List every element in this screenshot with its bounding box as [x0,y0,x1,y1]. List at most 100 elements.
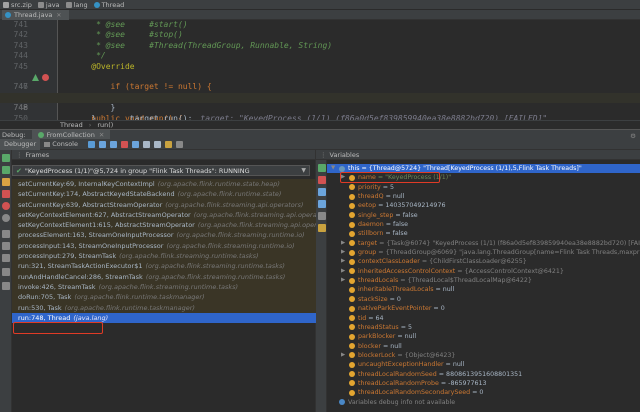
breadcrumb-class[interactable]: Thread [60,121,83,129]
nav-crumb-lang[interactable]: lang [65,1,88,9]
frame-row[interactable]: setCurrentKey:69, InternalKeyContextImpl… [12,179,316,190]
close-icon[interactable]: ✕ [99,131,104,139]
force-step-into-icon[interactable] [121,140,128,148]
collapsed-arrow-icon[interactable]: ▶ [341,257,345,266]
help-icon[interactable] [2,282,10,290]
implements-marker-icon[interactable] [32,74,39,81]
field-icon [349,343,355,350]
move-down-icon[interactable] [318,200,326,208]
variable-row[interactable]: eetop = 140357049214976 [327,201,640,210]
thread-selector-dropdown[interactable]: ✔ "KeyedProcess (1/1)"@5,724 in group "F… [12,165,310,176]
pause-icon[interactable] [2,178,10,186]
step-out-icon[interactable] [132,140,139,148]
frame-row[interactable]: processElement:163, StreamOneInputProces… [12,230,316,241]
variable-name: inheritedAccessControlContext [358,267,456,275]
tab-debugger[interactable]: Debugger [0,138,41,150]
add-watch-icon[interactable] [318,164,326,172]
collapsed-arrow-icon[interactable]: ▶ [341,239,345,248]
variable-row[interactable]: uncaughtExceptionHandler = null [327,360,640,369]
collapsed-arrow-icon[interactable]: ▶ [341,248,345,257]
run-to-cursor-icon[interactable] [154,140,161,148]
frame-row[interactable]: run:321, StreamTaskActionExecutor$1 (org.… [12,261,316,272]
variable-row[interactable]: parkBlocker = null [327,332,640,341]
camera-icon[interactable] [2,230,10,238]
code-editor[interactable]: 741 * @see #start() 742 * @see #stop() 7… [0,20,640,123]
nav-crumb-java[interactable]: java [37,1,60,9]
drop-frame-icon[interactable] [143,140,150,148]
variable-value: = 0 [387,295,401,303]
variable-row[interactable]: stackSize = 0 [327,295,640,304]
variable-row[interactable]: tid = 64 [327,314,640,323]
stop-icon[interactable] [2,190,10,198]
variable-text: blocker = null [358,342,402,351]
nav-crumb-thread[interactable]: Thread [93,1,124,9]
collapsed-arrow-icon[interactable]: ▶ [341,276,345,285]
resume-icon[interactable] [2,166,10,174]
frame-row[interactable]: setCurrentKey:639, AbstractStreamOperato… [12,199,316,210]
frame-row[interactable]: doRun:705, Task (org.apache.flink.runtime… [12,292,316,303]
settings-icon[interactable] [2,242,10,250]
frame-package: (org.apache.flink.streaming.runtime.task… [145,272,286,281]
watches-icon[interactable] [318,224,326,232]
variable-row[interactable]: daemon = false [327,220,640,229]
field-icon [349,361,355,368]
close-tab-icon[interactable]: ✕ [56,12,61,19]
variable-text: threadLocalRandomSeed = 8808613951608801… [358,370,522,379]
breadcrumb-method[interactable]: run() [97,121,113,129]
variables-info-row[interactable]: Variables debug info not available [327,398,640,407]
frame-row[interactable]: setCurrentKey:174, AbstractKeyedStateBac… [12,189,316,200]
variable-row[interactable]: ▶ inheritedAccessControlContext = {Access… [327,267,640,276]
field-icon [349,230,355,237]
variable-row[interactable]: threadLocalRandomSeed = 8808613951608801… [327,370,640,379]
copy-icon[interactable] [318,212,326,220]
variable-row[interactable]: nativeParkEventPointer = 0 [327,304,640,313]
step-into-icon[interactable] [110,140,117,148]
step-over-icon[interactable] [99,140,106,148]
variable-row[interactable]: inheritableThreadLocals = null [327,285,640,294]
variable-row[interactable]: ▶ group = {ThreadGroup@6069} "java.lang.T… [327,248,640,257]
variable-value: = {ThreadGroup@6069} "java.lang.ThreadGr… [376,249,640,257]
variable-row[interactable]: single_step = false [327,211,640,220]
mute-breakpoints-icon[interactable] [2,214,10,222]
variable-row[interactable]: priority = 5 [327,183,640,192]
layout-icon[interactable] [176,140,183,148]
variable-row[interactable]: stillborn = false [327,229,640,238]
variable-name: threadStatus [358,323,399,331]
show-execution-point-icon[interactable] [88,140,95,148]
variable-value: = false [383,221,408,229]
frame-row[interactable]: runAndHandleCancel:286, StreamTask (org.a… [12,271,316,282]
frame-row[interactable]: setKeyContextElement:627, AbstractStream… [12,209,316,221]
remove-watch-icon[interactable] [318,176,326,184]
variable-row[interactable]: blocker = null [327,342,640,351]
nav-crumb-src-zip[interactable]: src.zip [3,1,32,9]
variable-row[interactable]: threadLocalRandomProbe = -865977613 [327,379,640,388]
tab-console[interactable]: Console [40,139,82,150]
frame-row[interactable]: setKeyContextElement1:615, AbstractStrea… [12,220,316,231]
override-marker-icon[interactable] [42,74,49,81]
move-up-icon[interactable] [318,188,326,196]
frame-row[interactable]: processInput:279, StreamTask (org.apache.… [12,251,316,262]
variable-name: threadLocals [358,277,399,285]
variable-row[interactable]: ▶ contextClassLoader = {ChildFirstClassLo… [327,257,640,266]
expanded-arrow-icon[interactable]: ▼ [331,164,335,173]
view-breakpoints-icon[interactable] [2,202,10,210]
pin-icon[interactable] [2,254,10,262]
evaluate-expression-icon[interactable] [165,140,172,148]
variable-text: contextClassLoader = {ChildFirstClassLoa… [358,257,527,266]
variable-row[interactable]: ▶ blockerLock = {Object@6423} [327,351,640,360]
collapsed-arrow-icon[interactable]: ▶ [341,351,345,360]
file-tab-thread-java[interactable]: Thread.java ✕ [2,10,70,20]
variable-row[interactable]: threadStatus = 5 [327,323,640,332]
frame-row[interactable]: run:530, Task (org.apache.flink.runtime.t… [12,302,316,313]
variable-value: = {Object@6423} [395,351,456,359]
collapsed-arrow-icon[interactable]: ▶ [341,267,345,276]
variable-row[interactable]: ▶ target = {Task@6074} "KeyedProcess (1/1… [327,239,640,248]
variable-row[interactable]: threadLocalRandomSecondarySeed = 0 [327,388,640,397]
variable-row[interactable]: ▶ threadLocals = {ThreadLocal$ThreadLocal… [327,276,640,285]
frame-row[interactable]: processInput:143, StreamOneInputProcesso… [12,240,316,252]
frame-row[interactable]: invoke:426, StreamTask (org.apache.flink.… [12,281,316,293]
variable-row[interactable]: threadQ = null [327,192,640,201]
close-icon[interactable] [2,268,10,276]
rerun-icon[interactable] [2,154,10,162]
variable-name: tid [358,314,367,322]
